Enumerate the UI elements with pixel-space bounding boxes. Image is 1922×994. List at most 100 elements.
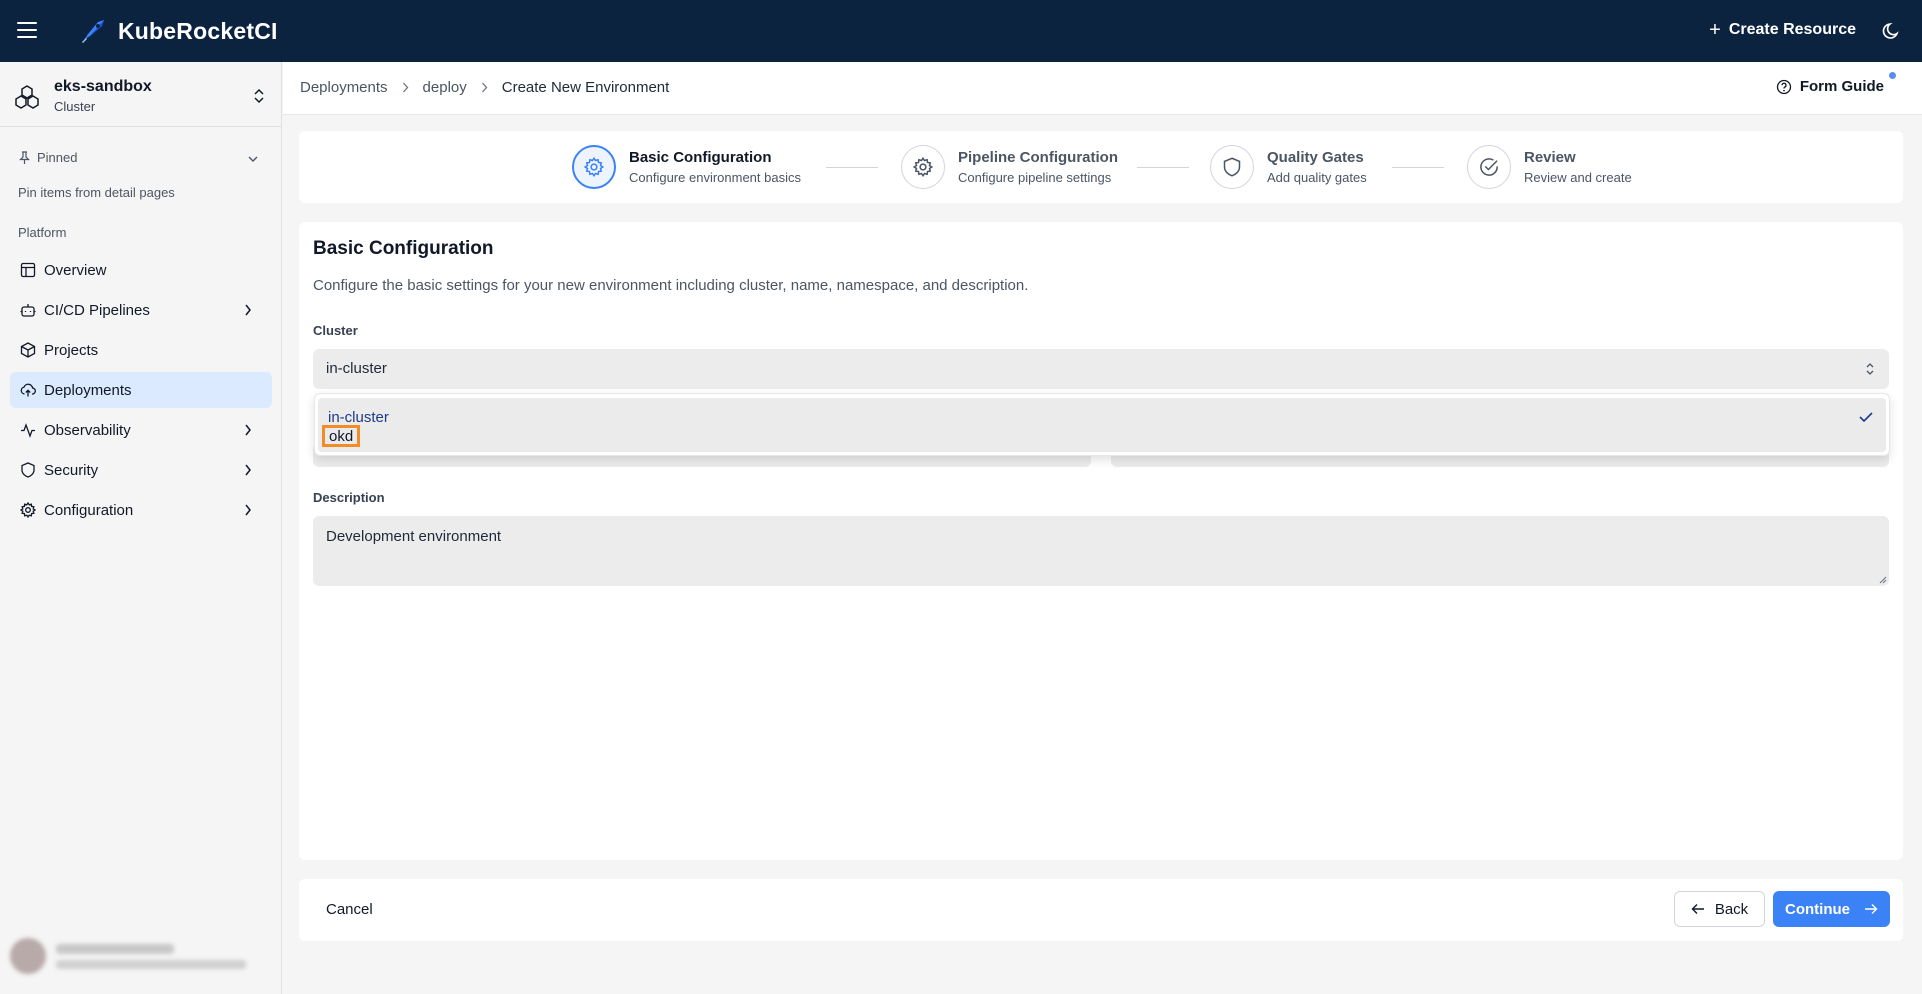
check-circle-icon — [1480, 158, 1498, 176]
sidebar-item-cicd-pipelines[interactable]: CI/CD Pipelines — [10, 292, 272, 328]
sidebar-item-label: CI/CD Pipelines — [44, 301, 150, 319]
cluster-type: Cluster — [54, 99, 96, 114]
step-icon-circle — [901, 145, 945, 189]
form-card: Basic Configuration Configure the basic … — [299, 222, 1903, 860]
rocket-logo-icon — [82, 20, 104, 43]
chevrons-up-down-icon — [1866, 363, 1874, 375]
breadcrumb-current: Create New Environment — [501, 79, 670, 96]
form-footer: Cancel Back Continue — [299, 879, 1903, 941]
cluster-selector[interactable]: eks-sandbox Cluster — [0, 62, 282, 127]
sidebar-item-label: Security — [44, 461, 99, 479]
create-resource-button[interactable]: + Create Resource — [1709, 20, 1856, 40]
pinned-section-header[interactable]: Pinned — [18, 150, 77, 165]
chevron-right-icon — [481, 82, 488, 93]
chevron-right-icon — [245, 504, 251, 516]
step-review[interactable]: Review Review and create — [1467, 145, 1632, 189]
resize-handle-icon[interactable] — [1878, 575, 1887, 584]
create-resource-label: Create Resource — [1728, 21, 1856, 38]
activity-icon — [21, 423, 35, 438]
step-connector — [1392, 167, 1444, 168]
page-header: Deployments deploy Create New Environmen… — [283, 62, 1922, 115]
user-profile[interactable] — [10, 934, 272, 978]
description-label: Description — [313, 490, 385, 505]
chevron-right-icon — [245, 464, 251, 476]
sidebar-item-projects[interactable]: Projects — [10, 332, 272, 368]
sidebar-item-configuration[interactable]: Configuration — [10, 492, 272, 528]
sidebar-item-label: Deployments — [44, 381, 132, 399]
step-subtitle: Add quality gates — [1267, 170, 1367, 185]
breadcrumb: Deployments deploy Create New Environmen… — [300, 79, 669, 96]
cluster-option-okd[interactable]: okd — [322, 425, 361, 447]
shield-icon — [21, 462, 35, 478]
step-subtitle: Configure environment basics — [629, 170, 801, 185]
cluster-icon — [15, 85, 39, 109]
step-pipeline-configuration[interactable]: Pipeline Configuration Configure pipelin… — [901, 145, 1118, 189]
user-email-redacted — [56, 960, 246, 969]
cluster-option-in-cluster[interactable]: in-cluster — [318, 398, 1886, 452]
sidebar-item-label: Observability — [44, 421, 131, 439]
breadcrumb-deployments[interactable]: Deployments — [300, 79, 388, 96]
form-guide-button[interactable]: Form Guide — [1776, 78, 1884, 95]
step-quality-gates[interactable]: Quality Gates Add quality gates — [1210, 145, 1367, 189]
step-subtitle: Review and create — [1524, 170, 1632, 185]
step-connector — [826, 167, 878, 168]
shield-icon — [1223, 157, 1241, 177]
sidebar-item-label: Configuration — [44, 501, 134, 519]
app-name: KubeRocketCI — [118, 17, 278, 44]
option-label: in-cluster — [328, 409, 389, 426]
back-label: Back — [1714, 900, 1749, 918]
description-value: Development environment — [326, 528, 502, 545]
breadcrumb-deploy[interactable]: deploy — [423, 79, 467, 96]
cluster-select-value: in-cluster — [326, 360, 387, 377]
option-label: okd — [329, 428, 354, 445]
chevron-down-icon[interactable] — [246, 152, 260, 166]
arrow-left-icon — [1691, 904, 1704, 914]
step-subtitle: Configure pipeline settings — [958, 170, 1112, 185]
form-description: Configure the basic settings for your ne… — [313, 277, 1029, 294]
cluster-name: eks-sandbox — [54, 78, 152, 95]
user-name-redacted — [56, 944, 174, 954]
cluster-select[interactable]: in-cluster — [313, 349, 1889, 389]
pin-icon — [19, 150, 30, 164]
check-icon — [1859, 412, 1873, 423]
cloud-upload-icon — [20, 383, 36, 397]
cancel-button[interactable]: Cancel — [326, 901, 373, 918]
continue-button[interactable]: Continue — [1773, 891, 1890, 927]
step-connector — [1137, 167, 1189, 168]
moon-icon[interactable] — [1882, 21, 1902, 41]
sidebar: eks-sandbox Cluster Pinned Pin items fro… — [0, 62, 282, 994]
avatar — [10, 938, 46, 974]
sidebar-nav: Overview CI/CD Pipelines Projects Deploy… — [10, 252, 272, 532]
chevron-right-icon — [245, 304, 251, 316]
sidebar-item-security[interactable]: Security — [10, 452, 272, 488]
step-title: Basic Configuration — [629, 149, 772, 166]
platform-section-label: Platform — [18, 225, 67, 240]
description-textarea[interactable]: Development environment — [313, 516, 1889, 586]
back-button[interactable]: Back — [1674, 891, 1765, 927]
top-bar: KubeRocketCI + Create Resource — [0, 0, 1922, 62]
step-icon-circle — [572, 145, 616, 189]
form-guide-label: Form Guide — [1799, 78, 1884, 95]
arrow-right-icon — [1865, 904, 1878, 914]
menu-icon[interactable] — [17, 22, 37, 40]
brand[interactable]: KubeRocketCI — [78, 16, 278, 46]
cluster-dropdown: in-cluster okd — [314, 393, 1890, 456]
sidebar-item-label: Overview — [44, 261, 107, 279]
step-icon-circle — [1467, 145, 1511, 189]
sidebar-item-observability[interactable]: Observability — [10, 412, 272, 448]
notification-dot — [1889, 72, 1896, 79]
step-title: Pipeline Configuration — [958, 149, 1118, 166]
gear-icon — [913, 157, 933, 177]
cluster-label: Cluster — [313, 323, 358, 338]
step-icon-circle — [1210, 145, 1254, 189]
sidebar-item-overview[interactable]: Overview — [10, 252, 272, 288]
stepper: Basic Configuration Configure environmen… — [299, 131, 1903, 203]
sidebar-item-label: Projects — [44, 341, 99, 359]
step-basic-configuration[interactable]: Basic Configuration Configure environmen… — [572, 145, 801, 189]
continue-label: Continue — [1785, 900, 1850, 918]
gear-icon — [20, 502, 36, 518]
sidebar-item-deployments[interactable]: Deployments — [10, 372, 272, 408]
layout-icon — [20, 262, 36, 278]
step-title: Quality Gates — [1267, 149, 1364, 166]
step-title: Review — [1524, 149, 1576, 166]
